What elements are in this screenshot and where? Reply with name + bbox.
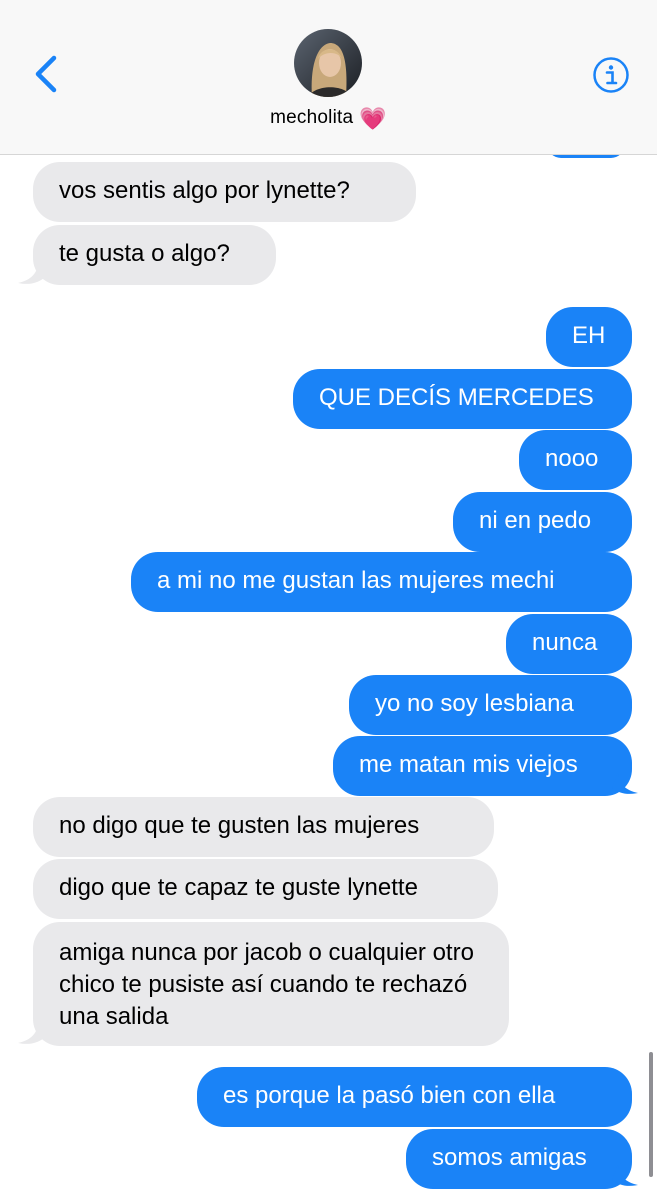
message-bubble-incoming[interactable]: vos sentis algo por lynette?	[33, 162, 416, 222]
conversation-header: mecholita 💗	[0, 0, 657, 155]
chevron-left-icon[interactable]	[28, 50, 68, 98]
outgoing-bubble-tail	[612, 772, 638, 794]
info-icon[interactable]	[592, 56, 630, 94]
heart-emoji: 💗	[359, 106, 387, 131]
message-bubble-outgoing[interactable]: a mi no me gustan las mujeres mechi	[131, 552, 632, 612]
message-bubble-incoming[interactable]: digo que te capaz te guste lynette	[33, 859, 498, 919]
message-bubble-outgoing[interactable]: ni en pedo	[453, 492, 632, 552]
message-bubble-outgoing[interactable]: yo no soy lesbiana	[349, 675, 632, 735]
message-thread[interactable]: vos sentis algo por lynette? te gusta o …	[0, 0, 657, 1200]
message-bubble-outgoing[interactable]: me matan mis viejos	[333, 736, 632, 796]
incoming-bubble-tail	[18, 262, 44, 284]
message-bubble-incoming[interactable]: te gusta o algo?	[33, 225, 276, 285]
message-bubble-outgoing[interactable]: QUE DECÍS MERCEDES	[293, 369, 632, 429]
contact-name: mecholita	[270, 107, 354, 128]
message-bubble-outgoing[interactable]: nunca	[506, 614, 632, 674]
outgoing-bubble-tail	[612, 1164, 638, 1186]
message-bubble-outgoing[interactable]: es porque la pasó bien con ella	[197, 1067, 632, 1127]
message-bubble-incoming[interactable]: amiga nunca por jacob o cualquier otro c…	[33, 922, 509, 1046]
scrollbar[interactable]	[649, 1052, 653, 1177]
incoming-bubble-tail	[18, 1022, 44, 1044]
message-bubble-incoming[interactable]: no digo que te gusten las mujeres	[33, 797, 494, 857]
message-bubble-outgoing[interactable]: EH	[546, 307, 632, 367]
contact-name-row[interactable]: mecholita 💗	[0, 106, 657, 132]
avatar[interactable]	[294, 29, 362, 97]
message-bubble-outgoing[interactable]: somos amigas	[406, 1129, 632, 1189]
message-bubble-outgoing[interactable]: nooo	[519, 430, 632, 490]
